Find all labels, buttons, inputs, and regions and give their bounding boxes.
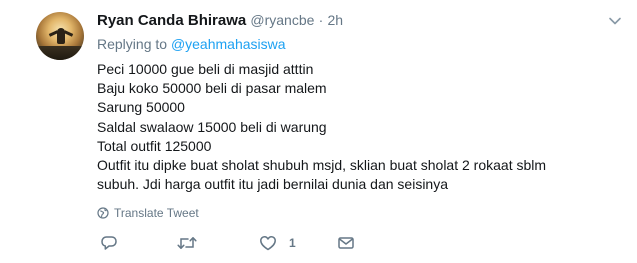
replying-to: Replying to @yeahmahasiswa <box>97 35 286 53</box>
tweet-actions: 1 <box>97 232 357 254</box>
tweet-header: Ryan Canda Bhirawa @ryancbe · 2h <box>97 11 343 30</box>
avatar-ground <box>36 46 84 60</box>
translate-label: Translate Tweet <box>114 206 199 220</box>
tweet-timestamp[interactable]: 2h <box>327 12 343 28</box>
retweet-icon <box>177 237 197 249</box>
retweet-button[interactable] <box>177 232 197 254</box>
reply-button[interactable] <box>100 232 118 254</box>
globe-icon <box>97 207 109 219</box>
tweet-text-line: subuh. Jdi harga outfit itu jadi bernila… <box>97 176 449 193</box>
heart-icon <box>260 235 276 251</box>
author-handle[interactable]: @ryancbe <box>250 12 314 28</box>
tweet-text-line: Sarung 50000 <box>97 99 185 116</box>
avatar[interactable] <box>36 12 84 60</box>
replying-to-label: Replying to <box>97 36 168 52</box>
tweet-text-line: Saldal swalaow 15000 beli di warung <box>97 118 327 135</box>
reply-icon <box>101 236 117 250</box>
author-name[interactable]: Ryan Canda Bhirawa <box>97 12 246 29</box>
tweet-text: Peci 10000 gue beli di masjid atttin Baj… <box>97 60 627 194</box>
like-count: 1 <box>289 236 296 250</box>
direct-message-button[interactable] <box>337 232 355 254</box>
avatar-arm-right <box>63 30 74 37</box>
tweet-text-line: Outfit itu dipke buat sholat shubuh msjd… <box>97 157 547 174</box>
like-button[interactable]: 1 <box>259 232 296 254</box>
translate-tweet-link[interactable]: Translate Tweet <box>97 205 199 221</box>
replying-to-link[interactable]: @yeahmahasiswa <box>171 36 286 52</box>
tweet-text-line: Baju koko 50000 beli di pasar malem <box>97 80 327 97</box>
separator-dot: · <box>318 12 324 28</box>
tweet-text-line: Total outfit 125000 <box>97 137 212 154</box>
tweet[interactable]: Ryan Canda Bhirawa @ryancbe · 2h Replyin… <box>0 0 637 263</box>
envelope-icon <box>338 237 354 249</box>
chevron-down-icon[interactable] <box>608 14 622 28</box>
tweet-text-line: Peci 10000 gue beli di masjid atttin <box>97 61 314 77</box>
